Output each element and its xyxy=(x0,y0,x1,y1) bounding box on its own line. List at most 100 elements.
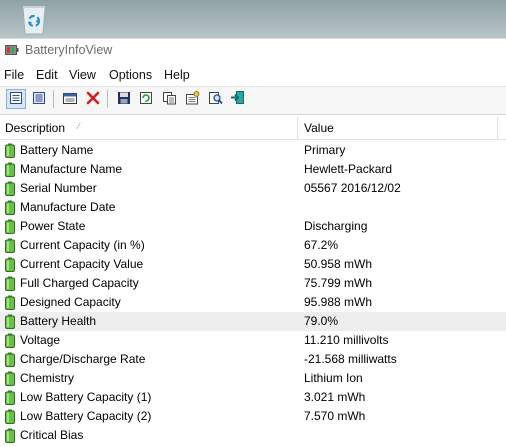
list-item[interactable]: Power State Discharging xyxy=(0,217,506,236)
battery-icon xyxy=(5,352,15,367)
find-icon xyxy=(208,91,223,108)
row-description: Voltage xyxy=(20,333,61,347)
battery-icon xyxy=(5,143,15,158)
list-item[interactable]: Designed Capacity 95.988 mWh xyxy=(0,293,506,312)
list-item[interactable]: Current Capacity Value 50.958 mWh xyxy=(0,255,506,274)
list-item[interactable]: Full Charged Capacity 75.799 mWh xyxy=(0,274,506,293)
column-header-description[interactable]: Description xyxy=(5,121,65,135)
refresh-button[interactable] xyxy=(136,89,156,109)
recycle-bin-icon[interactable] xyxy=(17,3,51,36)
battery-icon xyxy=(5,181,15,196)
desktop-background xyxy=(0,0,506,38)
list-item[interactable]: Serial Number 05567 2016/12/02 xyxy=(0,179,506,198)
row-description: Chemistry xyxy=(20,371,75,385)
list-item[interactable]: Voltage 11.210 millivolts xyxy=(0,331,506,350)
row-description: Charge/Discharge Rate xyxy=(20,352,146,366)
window-title: BatteryInfoView xyxy=(25,43,113,57)
list-item[interactable]: Critical Bias xyxy=(0,426,506,445)
row-value: Lithium Ion xyxy=(304,371,363,385)
delete-button[interactable] xyxy=(83,89,103,109)
list-item[interactable]: Battery Health 79.0% xyxy=(0,312,506,331)
column-header-value[interactable]: Value xyxy=(304,121,334,135)
row-value: 95.988 mWh xyxy=(304,295,373,309)
menu-edit[interactable]: Edit xyxy=(36,68,58,82)
menu-view[interactable]: View xyxy=(69,68,96,82)
list-item[interactable]: Charge/Discharge Rate -21.568 milliwatts xyxy=(0,350,506,369)
html-report-all-button[interactable] xyxy=(29,89,49,109)
row-description: Battery Health xyxy=(20,314,97,328)
battery-icon xyxy=(5,219,15,234)
menu-options[interactable]: Options xyxy=(109,68,152,82)
battery-icon xyxy=(5,371,15,386)
row-value: 05567 2016/12/02 xyxy=(304,181,401,195)
row-description: Manufacture Name xyxy=(20,162,123,176)
battery-icon xyxy=(5,200,15,215)
column-divider[interactable] xyxy=(297,117,298,139)
menu-file[interactable]: File xyxy=(4,68,24,82)
battery-icon xyxy=(5,390,15,405)
row-description: Manufacture Date xyxy=(20,200,116,214)
sort-indicator-icon: ⁄ xyxy=(78,121,80,131)
list-item[interactable]: Chemistry Lithium Ion xyxy=(0,369,506,388)
row-value: 79.0% xyxy=(304,314,339,328)
battery-icon xyxy=(5,295,15,310)
row-description: Designed Capacity xyxy=(20,295,121,309)
copy-icon xyxy=(162,91,177,108)
exit-button[interactable] xyxy=(228,89,248,109)
row-description: Full Charged Capacity xyxy=(20,276,139,290)
menu-help[interactable]: Help xyxy=(164,68,190,82)
copy-button[interactable] xyxy=(159,89,179,109)
app-battery-icon xyxy=(5,44,19,56)
properties-button[interactable] xyxy=(182,89,202,109)
html-report-button[interactable] xyxy=(6,89,26,109)
save-icon xyxy=(117,91,131,108)
refresh-icon xyxy=(139,91,153,108)
find-button[interactable] xyxy=(205,89,225,109)
close-x-icon xyxy=(86,91,100,108)
row-description: Critical Bias xyxy=(20,428,84,442)
row-description: Battery Name xyxy=(20,143,94,157)
battery-icon xyxy=(5,276,15,291)
row-description: Current Capacity (in %) xyxy=(20,238,145,252)
row-description: Low Battery Capacity (1) xyxy=(20,390,152,404)
battery-icon xyxy=(5,238,15,253)
toolbar-separator xyxy=(53,90,54,108)
list-item[interactable]: Low Battery Capacity (1) 3.021 mWh xyxy=(0,388,506,407)
list-item[interactable]: Battery Name Primary xyxy=(0,141,506,160)
html-report-all-icon xyxy=(32,91,46,108)
row-value: 67.2% xyxy=(304,238,339,252)
exit-icon xyxy=(230,90,246,108)
row-value: 3.021 mWh xyxy=(304,390,366,404)
list-item[interactable]: Manufacture Date xyxy=(0,198,506,217)
list-item[interactable]: Low Battery Capacity (2) 7.570 mWh xyxy=(0,407,506,426)
battery-icon xyxy=(5,333,15,348)
row-description: Current Capacity Value xyxy=(20,257,144,271)
row-value: 75.799 mWh xyxy=(304,276,373,290)
row-value: 11.210 millivolts xyxy=(304,333,389,347)
list-header xyxy=(0,117,506,140)
row-value: 7.570 mWh xyxy=(304,409,366,423)
row-value: -21.568 milliwatts xyxy=(304,352,397,366)
properties-icon xyxy=(185,90,200,108)
html-report-icon xyxy=(9,91,23,108)
row-value: Primary xyxy=(304,143,346,157)
battery-icon xyxy=(5,428,15,443)
properties-window-button[interactable] xyxy=(60,89,80,109)
row-value: Hewlett-Packard xyxy=(304,162,393,176)
battery-icon xyxy=(5,257,15,272)
battery-icon xyxy=(5,409,15,424)
battery-info-list: Battery Name Primary Manufacture Name Hewle… xyxy=(0,141,506,445)
properties-window-icon xyxy=(62,91,78,108)
battery-icon xyxy=(5,314,15,329)
row-description: Power State xyxy=(20,219,86,233)
list-item[interactable]: Manufacture Name Hewlett-Packard xyxy=(0,160,506,179)
row-value: 50.958 mWh xyxy=(304,257,373,271)
row-value: Discharging xyxy=(304,219,368,233)
toolbar-separator xyxy=(107,90,108,108)
list-item[interactable]: Current Capacity (in %) 67.2% xyxy=(0,236,506,255)
row-description: Serial Number xyxy=(20,181,97,195)
row-description: Low Battery Capacity (2) xyxy=(20,409,152,423)
battery-icon xyxy=(5,162,15,177)
column-divider[interactable] xyxy=(497,117,498,139)
save-button[interactable] xyxy=(114,89,134,109)
